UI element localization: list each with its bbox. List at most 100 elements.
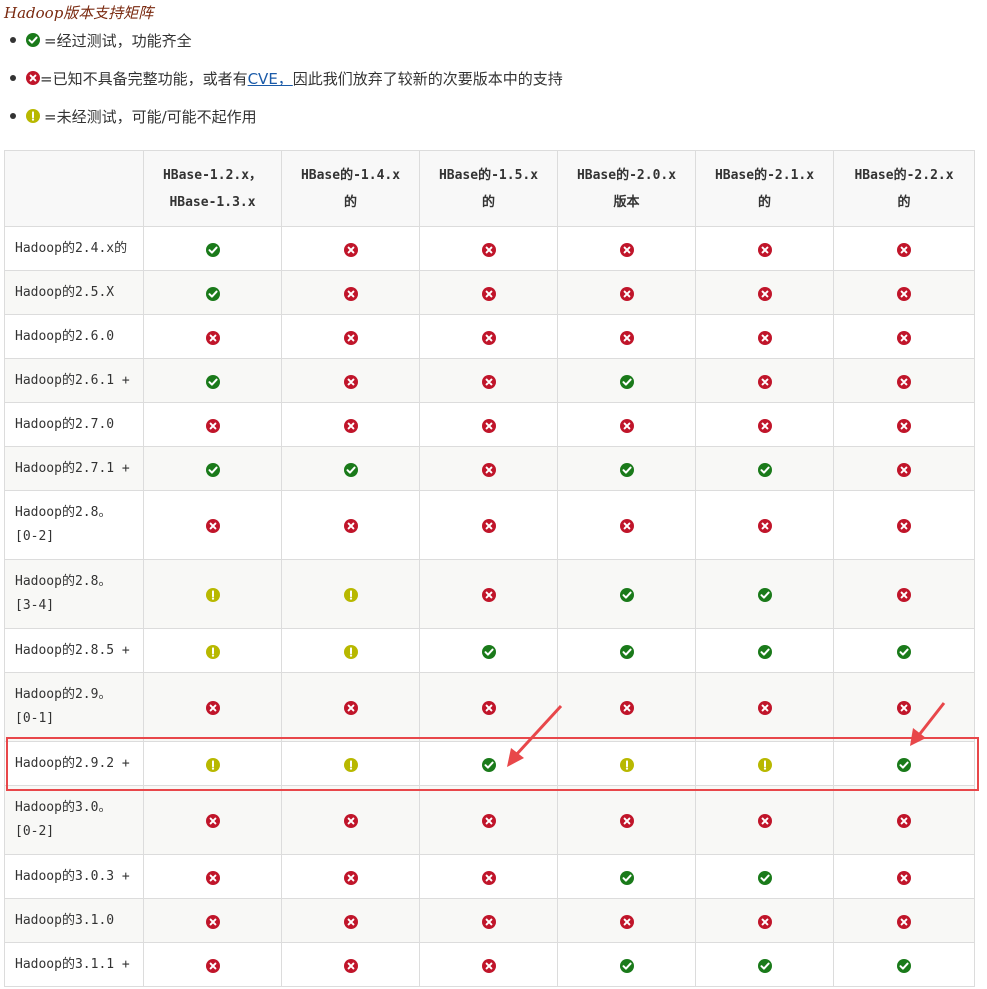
- cross-icon: [205, 914, 220, 929]
- cross-icon: [205, 330, 220, 345]
- status-cell: [419, 270, 558, 315]
- status-cell: [695, 854, 834, 899]
- status-cell: [695, 402, 834, 447]
- row-label-line1: Hadoop的2.7.1 +: [15, 460, 130, 476]
- table-row: Hadoop的2.6.0: [4, 314, 975, 359]
- status-cell: [143, 226, 282, 271]
- status-cell: [695, 446, 834, 491]
- status-cell: [833, 559, 975, 629]
- status-cell: [557, 490, 696, 560]
- status-cell: [143, 446, 282, 491]
- exclamation-icon: [205, 588, 220, 602]
- status-cell: [557, 672, 696, 742]
- status-cell: [833, 446, 975, 491]
- check-icon: [757, 958, 772, 973]
- status-cell: [281, 559, 420, 629]
- status-cell: [281, 854, 420, 899]
- check-icon: [757, 588, 772, 602]
- status-cell: [143, 358, 282, 403]
- status-cell: [557, 402, 696, 447]
- cross-icon: [897, 418, 911, 433]
- row-label-line1: Hadoop的2.4.x的: [15, 240, 128, 256]
- status-cell: [419, 672, 558, 742]
- status-cell: [419, 226, 558, 271]
- status-cell: [557, 741, 696, 786]
- status-cell: [695, 785, 834, 855]
- check-icon: [757, 462, 772, 477]
- cross-icon: [619, 701, 634, 715]
- status-cell: [281, 785, 420, 855]
- table-row: Hadoop的2.7.1 +: [4, 446, 975, 491]
- legend-item-not-functional: =已知不具备完整功能，或者有 CVE， 因此我们放弃了较新的次要版本中的支持: [0, 66, 563, 90]
- row-label-line2: [0-1]: [15, 711, 55, 726]
- cve-link[interactable]: CVE，: [248, 68, 293, 89]
- table-row: Hadoop的2.9.2 +: [4, 741, 975, 786]
- table-row: Hadoop的3.1.0: [4, 898, 975, 943]
- cross-icon: [343, 958, 358, 973]
- status-cell: [419, 446, 558, 491]
- status-cell: [281, 898, 420, 943]
- cross-icon: [897, 701, 911, 715]
- check-icon: [897, 958, 911, 973]
- cross-icon: [619, 519, 634, 533]
- row-label: Hadoop的2.8.5 +: [4, 628, 144, 673]
- row-label: Hadoop的3.0。 [0-2]: [4, 785, 144, 855]
- cross-icon: [757, 519, 772, 533]
- check-icon: [619, 870, 634, 885]
- status-cell: [833, 402, 975, 447]
- row-label: Hadoop的2.9.2 +: [4, 741, 144, 786]
- row-label-line2: [0-2]: [15, 824, 55, 839]
- cross-icon: [897, 870, 911, 885]
- status-cell: [143, 490, 282, 560]
- cross-icon: [481, 374, 496, 389]
- cross-icon: [897, 519, 911, 533]
- cross-icon: [205, 958, 220, 973]
- column-header-line2: HBase-1.3.x: [169, 194, 256, 210]
- check-icon: [481, 644, 496, 659]
- table-row: Hadoop的2.6.1 +: [4, 358, 975, 403]
- column-header-line1: HBase的-2.0.x: [576, 167, 677, 183]
- cross-icon: [343, 814, 358, 828]
- status-cell: [833, 741, 975, 786]
- status-cell: [557, 942, 696, 987]
- cross-icon: [205, 870, 220, 885]
- cross-icon: [757, 914, 772, 929]
- status-cell: [695, 490, 834, 560]
- row-label: Hadoop的2.8。 [0-2]: [4, 490, 144, 560]
- cross-icon: [897, 286, 911, 301]
- status-cell: [419, 314, 558, 359]
- cross-icon: [481, 914, 496, 929]
- corner-cell: [4, 150, 144, 227]
- row-label-line1: Hadoop的2.7.0: [15, 416, 115, 432]
- cross-icon: [481, 418, 496, 433]
- status-cell: [143, 672, 282, 742]
- cross-icon: [343, 701, 358, 715]
- cross-icon: [481, 286, 496, 301]
- row-label-line1: Hadoop的2.5.X: [15, 284, 115, 300]
- status-cell: [419, 741, 558, 786]
- legend-text-after: 因此我们放弃了较新的次要版本中的支持: [292, 69, 563, 88]
- row-label-line1: Hadoop的2.6.1 +: [15, 372, 130, 388]
- exclamation-icon: [26, 109, 40, 123]
- cross-icon: [481, 870, 496, 885]
- cross-icon: [343, 519, 358, 533]
- status-cell: [281, 741, 420, 786]
- status-cell: [695, 270, 834, 315]
- column-header-line2: 的: [481, 194, 495, 210]
- status-cell: [143, 270, 282, 315]
- status-cell: [695, 226, 834, 271]
- status-cell: [833, 226, 975, 271]
- cross-icon: [897, 374, 911, 389]
- status-cell: [557, 628, 696, 673]
- status-cell: [695, 898, 834, 943]
- status-cell: [419, 898, 558, 943]
- column-header-line1: HBase-1.2.x，: [162, 167, 263, 183]
- cross-icon: [343, 914, 358, 929]
- status-cell: [419, 358, 558, 403]
- status-cell: [557, 226, 696, 271]
- bullet-dot: [10, 75, 16, 81]
- cross-icon: [205, 814, 220, 828]
- status-cell: [143, 785, 282, 855]
- row-label: Hadoop的2.7.1 +: [4, 446, 144, 491]
- cross-icon: [481, 958, 496, 973]
